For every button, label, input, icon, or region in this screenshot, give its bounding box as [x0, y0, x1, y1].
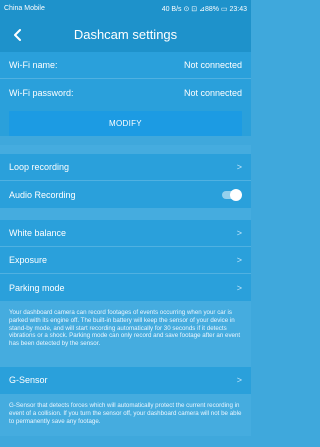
loop-recording-label: Loop recording [9, 162, 70, 172]
parking-mode-item[interactable]: Parking mode > [0, 274, 251, 301]
status-indicators: 40 B/s ⊙ ⊡ ⊿88% ▭ 23:43 [161, 5, 247, 13]
gsensor-label: G-Sensor [9, 375, 48, 386]
white-balance-label: White balance [9, 228, 67, 238]
white-balance-item[interactable]: White balance > [0, 220, 251, 247]
chevron-right-icon: > [236, 255, 242, 265]
image-section: White balance > Exposure > Parking mode … [0, 220, 251, 301]
audio-recording-item: Audio Recording [0, 181, 251, 208]
status-bar: China Mobile 40 B/s ⊙ ⊡ ⊿88% ▭ 23:43 [0, 0, 251, 17]
app-bar: Dashcam settings [0, 17, 251, 52]
wifi-name-value: Not connected [183, 60, 242, 70]
wifi-section: Wi-Fi name: Not connected Wi-Fi password… [0, 52, 251, 136]
parking-mode-description: Your dashboard camera can record footage… [0, 301, 251, 359]
section-gap [0, 145, 251, 154]
exposure-label: Exposure [9, 255, 48, 265]
recording-section: Loop recording > Audio Recording [0, 154, 251, 208]
exposure-item[interactable]: Exposure > [0, 247, 251, 274]
gsensor-item[interactable]: G-Sensor > [0, 367, 251, 394]
wifi-password-value: Not connected [183, 87, 242, 98]
audio-recording-label: Audio Recording [9, 189, 76, 200]
chevron-left-icon [14, 29, 21, 41]
section-gap [0, 358, 251, 367]
chevron-right-icon: > [236, 228, 242, 238]
wifi-password-label: Wi-Fi password: [9, 87, 74, 98]
toggle-knob [230, 188, 242, 201]
page-title: Dashcam settings [73, 27, 178, 42]
wifi-name-label: Wi-Fi name: [9, 60, 58, 70]
wifi-name-row: Wi-Fi name: Not connected [0, 52, 251, 79]
chevron-right-icon: > [236, 162, 242, 172]
gsensor-section: G-Sensor > [0, 366, 251, 394]
carrier-label: China Mobile [4, 5, 45, 12]
loop-recording-item[interactable]: Loop recording > [0, 154, 251, 181]
chevron-right-icon: > [236, 282, 242, 293]
audio-recording-toggle[interactable] [222, 188, 242, 201]
gsensor-description: G-Sensor that detects forces which will … [0, 393, 251, 437]
status-right: 40 B/s ⊙ ⊡ ⊿88% ▭ 23:43 [162, 5, 247, 13]
section-gap [0, 208, 251, 220]
modify-button[interactable]: MODIFY [9, 111, 242, 136]
back-button[interactable] [8, 25, 28, 45]
parking-mode-label: Parking mode [9, 282, 65, 293]
chevron-right-icon: > [236, 375, 242, 386]
wifi-password-row: Wi-Fi password: Not connected [0, 79, 251, 106]
